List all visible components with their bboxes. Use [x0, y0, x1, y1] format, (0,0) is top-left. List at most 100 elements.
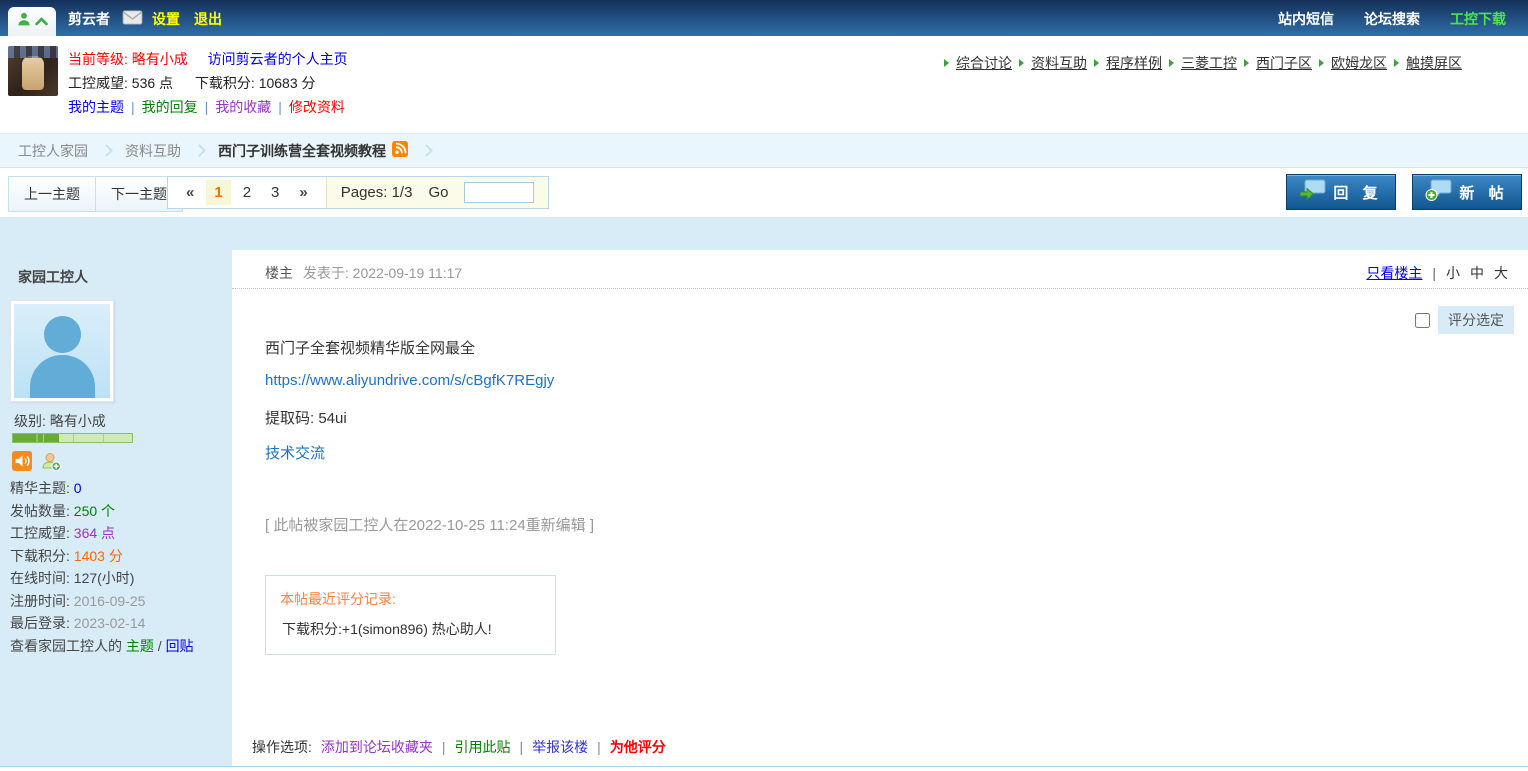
breadcrumb-current: 西门子训练营全套视频教程	[218, 141, 408, 161]
page-1-current[interactable]: 1	[206, 180, 230, 205]
site-messages-link[interactable]: 站内短信	[1278, 9, 1334, 29]
nav-link-resources[interactable]: 资料互助	[1031, 53, 1087, 73]
default-avatar-silhouette	[14, 304, 110, 398]
download-url-link[interactable]: https://www.aliyundrive.com/s/cBgfK7REgj…	[265, 372, 554, 389]
stat-registered: 注册时间: 2016-09-25	[10, 590, 145, 613]
share-icon[interactable]	[392, 141, 408, 160]
post-container: 家园工控人 级别: 略有小成 精华主题: 0 发帖数量: 250 个 工控威望:…	[0, 217, 1528, 766]
author-level: 级别: 略有小成	[14, 411, 106, 431]
report-post-link[interactable]: 举报该楼	[532, 737, 588, 757]
post-action-buttons: 回 复 新 帖	[1286, 174, 1522, 210]
stat-featured-topics: 精华主题: 0	[10, 477, 145, 500]
pager-pages: « 1 2 3 »	[168, 177, 326, 208]
post-header: 楼主 发表于: 2022-09-19 11:17 只看楼主 | 小 中 大	[232, 250, 1528, 289]
reply-button[interactable]: 回 复	[1286, 174, 1396, 210]
user-tab[interactable]	[8, 7, 56, 36]
breadcrumb-section[interactable]: 资料互助	[125, 141, 181, 161]
rating-record-box: 本帖最近评分记录: 下载积分:+1(simon896) 热心助人!	[265, 575, 556, 655]
tech-exchange-link[interactable]: 技术交流	[265, 442, 325, 463]
nav-link-general[interactable]: 综合讨论	[956, 53, 1012, 73]
level-progress-bar	[12, 433, 133, 443]
font-size-medium[interactable]: 中	[1470, 263, 1484, 283]
pager-first-button[interactable]: «	[178, 180, 202, 205]
breadcrumb-chevron-icon	[193, 144, 206, 157]
settings-link[interactable]: 设置	[152, 9, 180, 29]
person-icon	[16, 11, 32, 32]
my-replies-link[interactable]: 我的回复	[142, 99, 198, 115]
forum-section-nav: 综合讨论 资料互助 程序样例 三菱工控 西门子区 欧姆龙区 触摸屏区	[944, 53, 1462, 73]
font-size-small[interactable]: 小	[1446, 263, 1460, 283]
nav-link-samples[interactable]: 程序样例	[1106, 53, 1162, 73]
edit-profile-link[interactable]: 修改资料	[289, 99, 345, 115]
download-link[interactable]: 工控下载	[1450, 9, 1506, 29]
separator: |	[205, 99, 209, 115]
rating-record-title: 本帖最近评分记录:	[280, 589, 396, 609]
author-replies-link[interactable]: 回贴	[166, 638, 194, 654]
rate-select-row: 评分选定	[1415, 306, 1514, 334]
separator: |	[1432, 265, 1436, 281]
author-footer-links: 查看家园工控人的 主题 / 回贴	[10, 636, 194, 656]
post-time: 发表于: 2022-09-19 11:17	[303, 265, 462, 281]
author-avatar[interactable]	[10, 300, 114, 402]
pager: « 1 2 3 » Pages: 1/3 Go	[167, 176, 549, 209]
topbar-right-links: 站内短信 论坛搜索 工控下载	[1278, 9, 1506, 29]
footer-separator: /	[158, 638, 162, 654]
nav-link-mitsubishi[interactable]: 三菱工控	[1181, 53, 1237, 73]
nav-link-hmi[interactable]: 触摸屏区	[1406, 53, 1462, 73]
stat-last-login: 最后登录: 2023-02-14	[10, 612, 145, 635]
logout-link[interactable]: 退出	[194, 9, 222, 29]
add-favorite-link[interactable]: 添加到论坛收藏夹	[321, 737, 433, 757]
user-info-bar: 当前等级: 略有小成 访问剪云者的个人主页 工控威望: 536 点 下载积分: …	[0, 36, 1528, 133]
prev-topic-button[interactable]: 上一主题	[8, 176, 96, 212]
pager-last-button[interactable]: »	[291, 180, 315, 205]
separator: |	[597, 739, 601, 755]
go-label: Go	[428, 184, 448, 201]
nav-link-omron[interactable]: 欧姆龙区	[1331, 53, 1387, 73]
new-post-button[interactable]: 新 帖	[1412, 174, 1522, 210]
chevron-up-icon	[35, 13, 48, 31]
rating-record-entry: 下载积分:+1(simon896) 热心助人!	[282, 619, 492, 639]
user-links-line: 我的主题 | 我的回复 | 我的收藏 | 修改资料	[68, 97, 345, 117]
go-page-input[interactable]	[464, 182, 534, 203]
my-favorites-link[interactable]: 我的收藏	[215, 99, 271, 115]
font-size-large[interactable]: 大	[1494, 263, 1508, 283]
top-bar: 剪云者 设置 退出 站内短信 论坛搜索 工控下载	[0, 0, 1528, 36]
author-topics-link[interactable]: 主题	[126, 638, 154, 654]
user-avatar[interactable]	[8, 46, 58, 96]
new-post-bubble-icon	[1425, 179, 1452, 206]
only-author-link[interactable]: 只看楼主	[1366, 263, 1422, 283]
rate-user-link[interactable]: 为他评分	[610, 737, 666, 757]
separator: |	[278, 99, 282, 115]
stat-prestige: 工控威望: 364 点	[10, 522, 145, 545]
breadcrumb-chevron-icon	[100, 144, 113, 157]
current-level-value: 略有小成	[132, 51, 188, 67]
nav-link-siemens[interactable]: 西门子区	[1256, 53, 1312, 73]
homepage-link[interactable]: 访问剪云者的个人主页	[208, 51, 348, 67]
author-badge-icons	[12, 451, 61, 476]
separator: |	[442, 739, 446, 755]
separator: |	[131, 99, 135, 115]
author-username[interactable]: 家园工控人	[18, 267, 88, 287]
stat-post-count: 发帖数量: 250 个	[10, 500, 145, 523]
pager-go-section: Pages: 1/3 Go	[326, 177, 549, 208]
floor-label: 楼主	[265, 265, 293, 281]
nav-arrow-icon	[1394, 59, 1399, 67]
rate-select-checkbox[interactable]	[1415, 313, 1430, 328]
forum-search-link[interactable]: 论坛搜索	[1364, 9, 1420, 29]
quote-post-link[interactable]: 引用此贴	[455, 737, 511, 757]
announcement-icon[interactable]	[12, 451, 32, 476]
download-credits: 下载积分: 10683 分	[195, 75, 316, 91]
separator: |	[520, 739, 524, 755]
add-friend-icon[interactable]	[41, 451, 61, 476]
mail-icon[interactable]	[122, 10, 143, 30]
post-title-text: 西门子全套视频精华版全网最全	[265, 337, 475, 358]
stat-online-hours: 在线时间: 127(小时)	[10, 567, 145, 590]
edit-note: [ 此帖被家园工控人在2022-10-25 11:24重新编辑 ]	[265, 514, 594, 535]
extraction-code: 提取码: 54ui	[265, 407, 347, 428]
page-3-link[interactable]: 3	[263, 180, 287, 205]
prestige-points: 工控威望: 536 点	[68, 75, 173, 91]
new-post-button-label: 新 帖	[1459, 182, 1508, 203]
breadcrumb-home[interactable]: 工控人家园	[18, 141, 88, 161]
page-2-link[interactable]: 2	[235, 180, 259, 205]
my-topics-link[interactable]: 我的主题	[68, 99, 124, 115]
